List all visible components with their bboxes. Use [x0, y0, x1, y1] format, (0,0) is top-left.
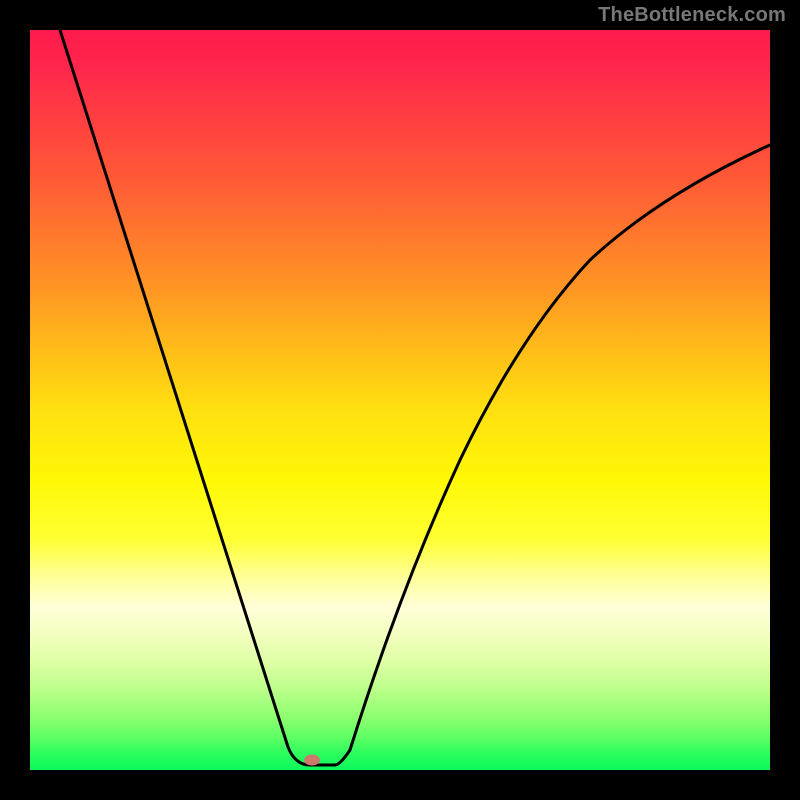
chart-frame: TheBottleneck.com [0, 0, 800, 800]
plot-area [30, 30, 770, 770]
curve-right-branch [335, 145, 770, 765]
watermark-text: TheBottleneck.com [598, 4, 786, 27]
curve-left-branch [60, 30, 335, 765]
bottleneck-curve [30, 30, 770, 770]
optimum-marker [304, 755, 320, 766]
